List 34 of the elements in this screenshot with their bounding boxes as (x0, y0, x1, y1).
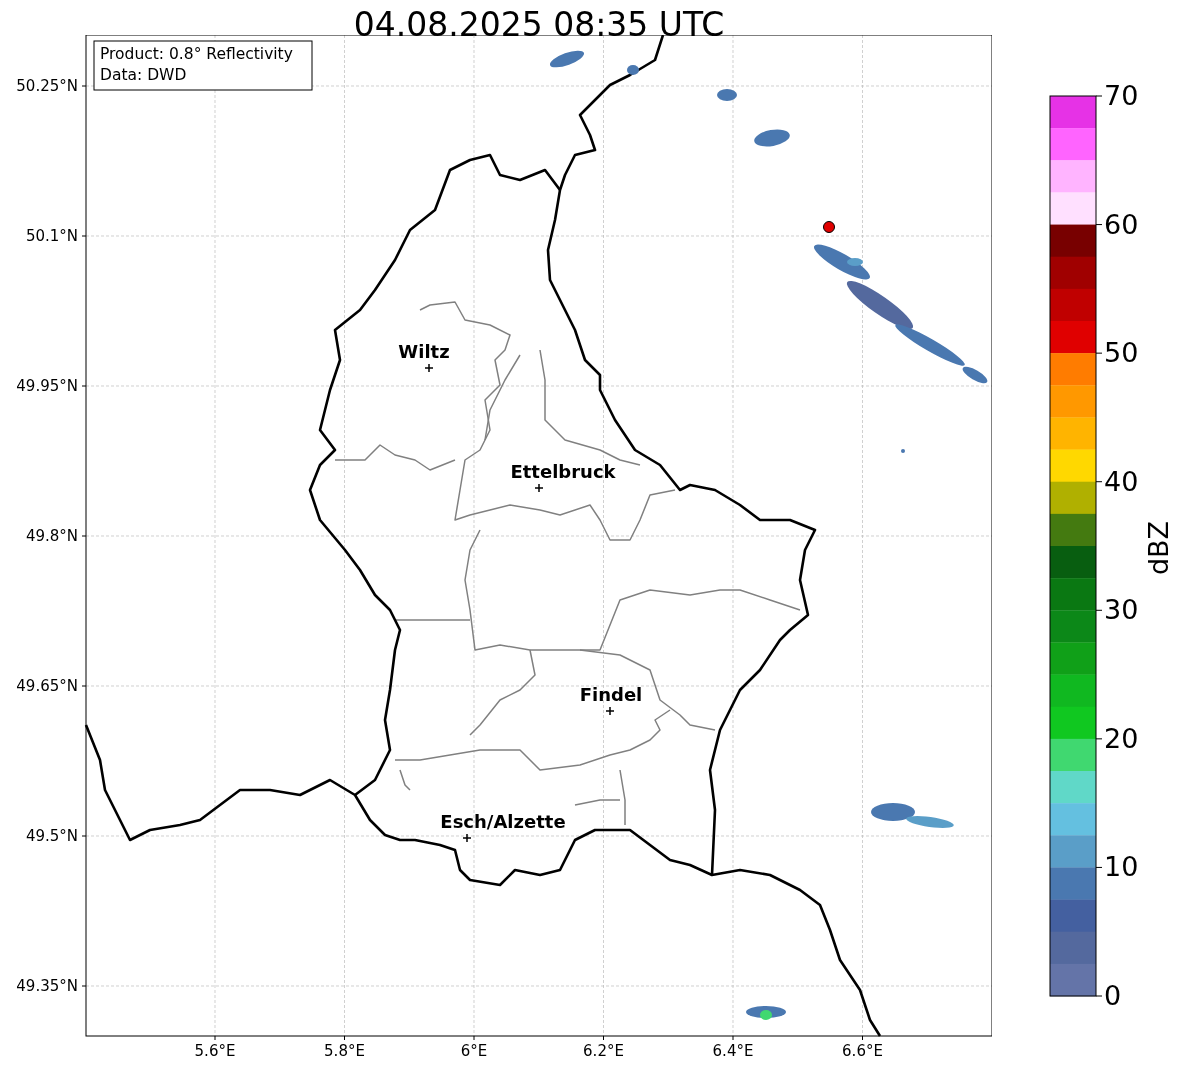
info-text: Data: DWD (100, 66, 187, 84)
axis-tick-label: 49.95°N (16, 377, 78, 395)
city-marker-icon (605, 706, 615, 716)
axis-tick-label: 50.25°N (16, 77, 78, 95)
city-label: Findel (579, 684, 643, 705)
axis-tick-label: 6°E (460, 1042, 488, 1060)
axis-tick-label: 6.4°E (712, 1042, 754, 1060)
city-label: Wiltz (398, 341, 450, 362)
axis-tick-label: 49.35°N (16, 977, 78, 995)
colorbar-tick-label: 40 (1104, 465, 1139, 497)
colorbar-tick-label: 30 (1104, 594, 1139, 626)
city-label: Esch/Alzette (440, 811, 566, 832)
colorbar-tick-label: 70 (1104, 80, 1139, 111)
info-text: Product: 0.8° Reflectivity (100, 45, 293, 63)
axis-tick-label: 49.8°N (25, 527, 78, 545)
city-marker-icon (534, 483, 544, 493)
colorbar-tick-label: 20 (1104, 722, 1139, 754)
colorbar-tick-label: 50 (1104, 337, 1139, 369)
colorbar-tick-label: 10 (1104, 851, 1139, 883)
chart-title: 04.08.2025 08:35 UTC (352, 4, 726, 45)
axis-tick-label: 49.65°N (16, 677, 78, 695)
axis-tick-label: 50.1°N (25, 227, 78, 245)
city-label: Ettelbruck (510, 461, 616, 482)
axis-tick-label: 6.2°E (583, 1042, 624, 1060)
axis-tick-label: 5.6°E (194, 1042, 236, 1060)
axis-tick-label: 5.8°E (324, 1042, 365, 1060)
axis-tick-label: 49.5°N (25, 827, 78, 845)
axis-tick-label: 6.6°E (842, 1042, 883, 1060)
colorbar-tick-label: 0 (1104, 980, 1122, 1011)
colorbar-tick-label: 60 (1104, 208, 1139, 240)
colorbar-label: dBZ (1143, 520, 1174, 576)
city-marker-icon (462, 833, 472, 843)
city-marker-icon (424, 363, 434, 373)
radar-site-marker (823, 221, 835, 233)
